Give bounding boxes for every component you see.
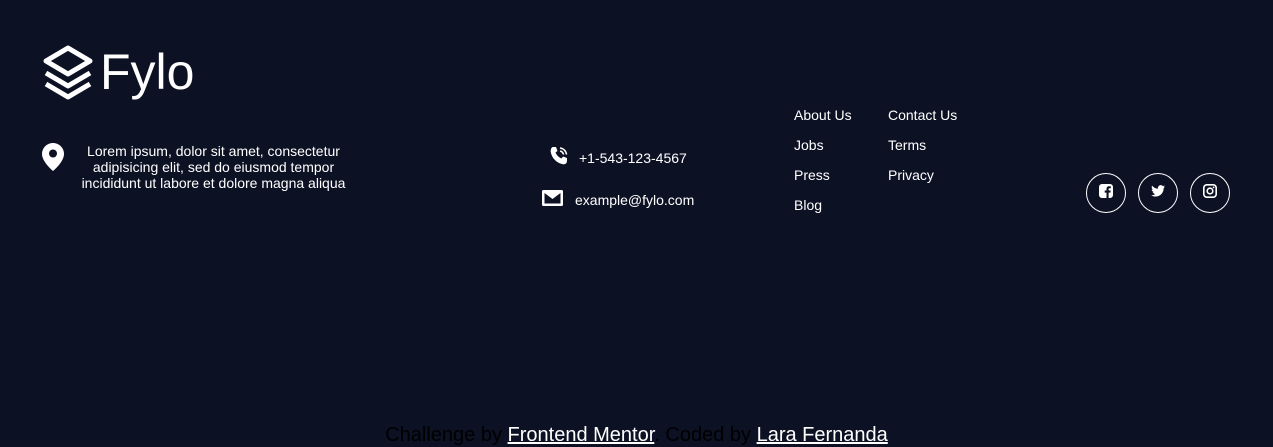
phone-icon: [549, 146, 569, 169]
logo-text: Fylo: [100, 44, 195, 100]
fylo-logo[interactable]: Fylo: [42, 44, 194, 100]
location-block: Lorem ipsum, dolor sit amet, consectetur…: [42, 143, 345, 191]
twitter-icon: [1151, 184, 1165, 202]
fylo-stack-icon: [42, 44, 94, 100]
phone-number: +1-543-123-4567: [579, 149, 687, 166]
frontend-mentor-link[interactable]: Frontend Mentor: [508, 424, 655, 446]
footer-link-blog[interactable]: Blog: [794, 197, 852, 227]
attribution-middle: . Coded by: [654, 424, 752, 446]
email-icon: [542, 189, 564, 210]
twitter-link[interactable]: [1138, 173, 1178, 213]
footer-link-terms[interactable]: Terms: [888, 137, 957, 167]
email-address: example@fylo.com: [575, 191, 695, 208]
footer-links-column-2: Contact Us Terms Privacy: [888, 107, 957, 197]
footer-links-column-1: About Us Jobs Press Blog: [794, 107, 852, 227]
email-contact[interactable]: example@fylo.com: [542, 189, 694, 210]
instagram-icon: [1203, 183, 1217, 203]
facebook-link[interactable]: [1086, 173, 1126, 213]
attribution: Challenge by Frontend Mentor. Coded by L…: [0, 423, 1273, 447]
footer-link-privacy[interactable]: Privacy: [888, 167, 957, 197]
footer-link-contact-us[interactable]: Contact Us: [888, 107, 957, 137]
attribution-prefix: Challenge by: [385, 424, 502, 446]
instagram-link[interactable]: [1190, 173, 1230, 213]
footer-link-press[interactable]: Press: [794, 167, 852, 197]
phone-contact[interactable]: +1-543-123-4567: [549, 146, 687, 169]
location-pin-icon: [42, 143, 64, 171]
author-link[interactable]: Lara Fernanda: [757, 424, 888, 446]
facebook-icon: [1099, 183, 1113, 203]
footer-link-about-us[interactable]: About Us: [794, 107, 852, 137]
social-links: [1086, 173, 1230, 213]
footer-link-jobs[interactable]: Jobs: [794, 137, 852, 167]
location-text: Lorem ipsum, dolor sit amet, consectetur…: [81, 143, 346, 191]
